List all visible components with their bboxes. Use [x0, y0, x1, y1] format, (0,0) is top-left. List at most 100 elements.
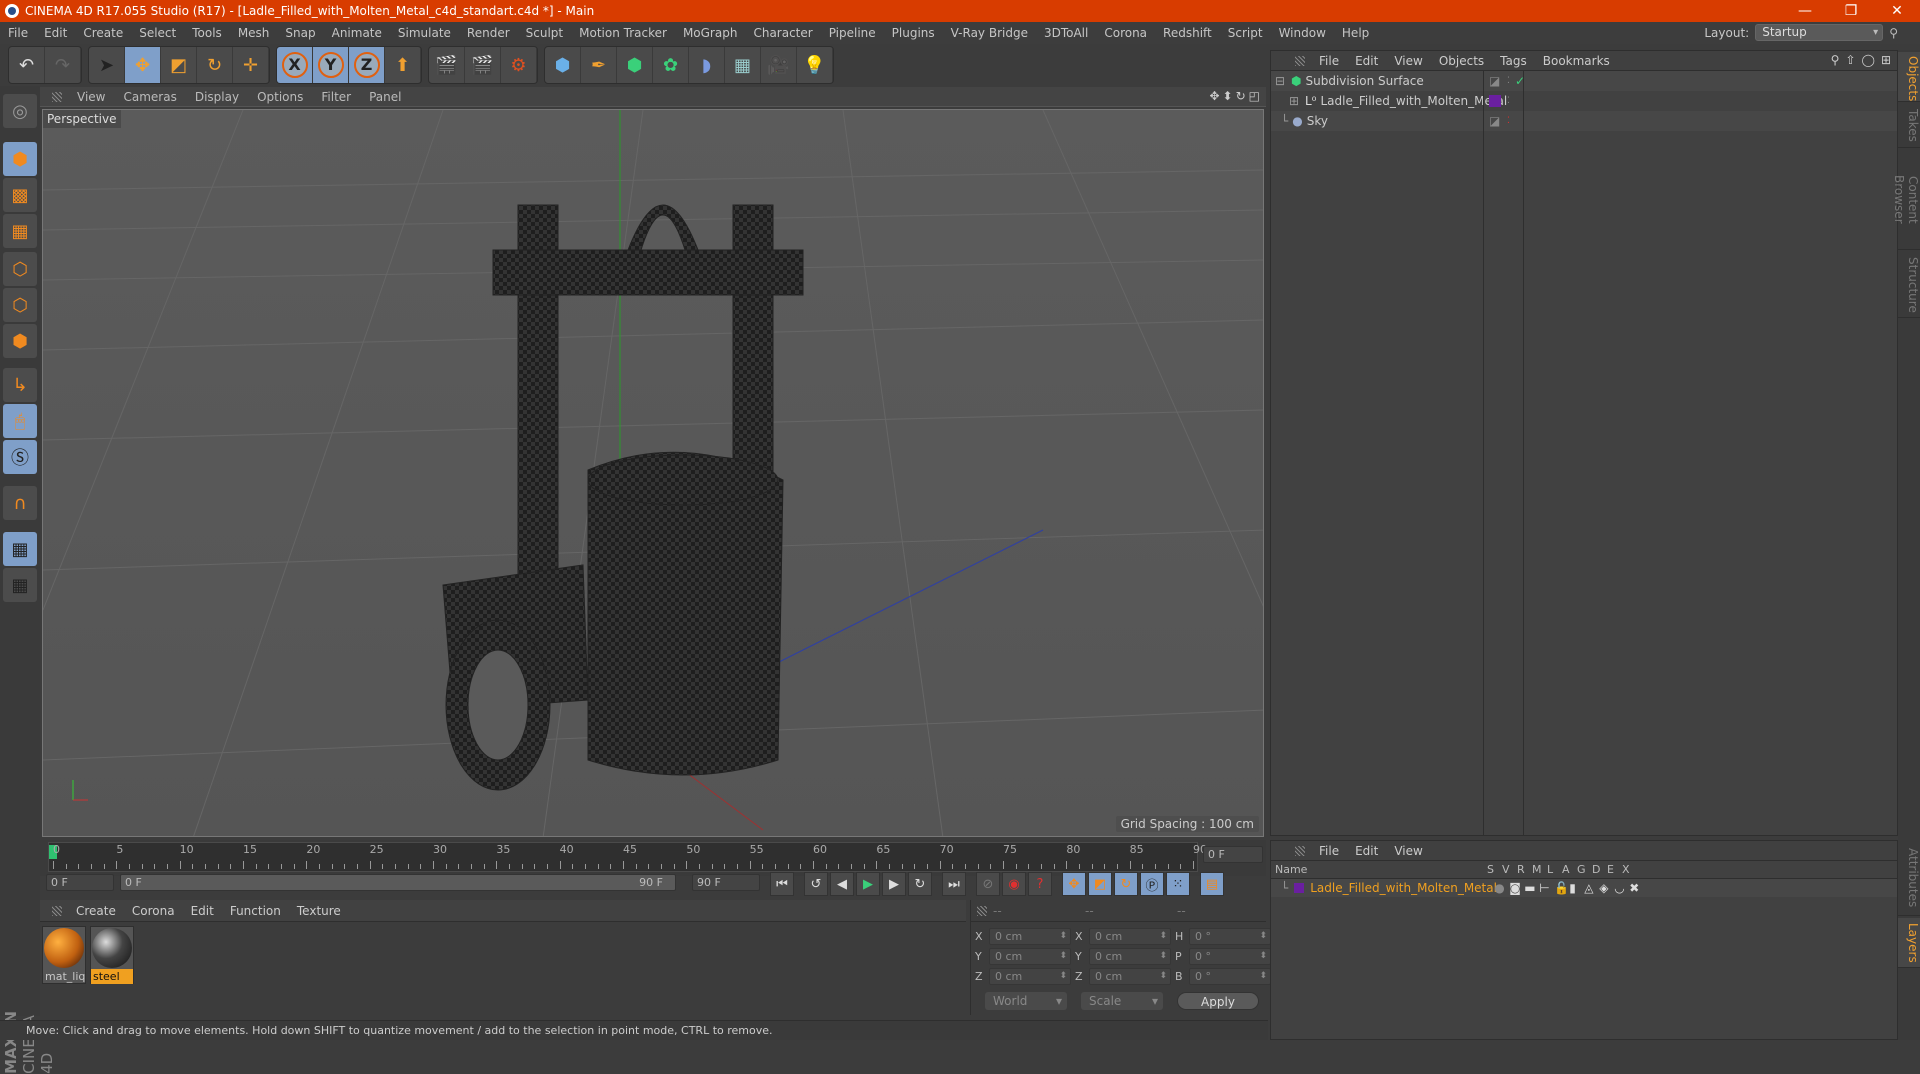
material-swatch[interactable]: mat_liqu [42, 926, 86, 984]
menu-mograph[interactable]: MoGraph [675, 26, 746, 40]
object-row[interactable]: └ ● Sky ◪ ⁚ [1271, 111, 1897, 131]
visible-toggle-icon[interactable]: ◙ [1509, 881, 1524, 895]
tab-structure[interactable]: Structure [1898, 252, 1920, 318]
size-y-field[interactable]: 0 cm [1089, 948, 1171, 965]
panel-handle[interactable] [1295, 55, 1305, 66]
solo-icon[interactable]: Ⓢ [3, 440, 37, 474]
col-visible[interactable]: V [1502, 863, 1517, 876]
menu-sculpt[interactable]: Sculpt [518, 26, 571, 40]
axis-mode-icon[interactable]: ↳ [3, 368, 37, 402]
size-z-field[interactable]: 0 cm [1089, 968, 1171, 985]
camera-icon[interactable]: 🎥 [761, 47, 797, 83]
viewport-menu-display[interactable]: Display [186, 90, 248, 104]
record-keys-icon[interactable]: ⊘ [976, 872, 1000, 896]
menu-create[interactable]: Create [75, 26, 131, 40]
menu-animate[interactable]: Animate [324, 26, 390, 40]
polygons-mode-icon[interactable]: ⬢ [3, 324, 37, 358]
col-deformers[interactable]: D [1592, 863, 1607, 876]
menu-simulate[interactable]: Simulate [390, 26, 459, 40]
keyframe-selection-icon[interactable]: ? [1028, 872, 1052, 896]
layout-dropdown[interactable]: Startup [1755, 24, 1884, 41]
expand-icon[interactable]: ⊞ [1289, 94, 1301, 108]
size-x-field[interactable]: 0 cm [1089, 928, 1171, 945]
object-row[interactable]: ⊞ L⁰ Ladle_Filled_with_Molten_Metal ⁚ [1271, 91, 1897, 111]
timeline[interactable]: 0 5 10 15 20 25 30 35 40 45 50 55 60 65 70 75 80 85 90 0 F [40, 840, 1266, 876]
layer-menu-edit[interactable]: Edit [1347, 844, 1386, 858]
layer-row[interactable]: └ Ladle_Filled_with_Molten_Metal ● ◙ ▬ ⊢… [1271, 879, 1897, 897]
render-picture-viewer-icon[interactable]: 🎬 [465, 47, 501, 83]
maximize-view-icon[interactable]: ◰ [1249, 89, 1260, 103]
menu-tools[interactable]: Tools [184, 26, 230, 40]
menu-redshift[interactable]: Redshift [1155, 26, 1220, 40]
auto-key-icon[interactable]: ◉ [1002, 872, 1026, 896]
menu-select[interactable]: Select [131, 26, 184, 40]
key-pla-icon[interactable]: ⁙ [1166, 872, 1190, 896]
cloner-icon[interactable]: ✿ [653, 47, 689, 83]
layer-menu-view[interactable]: View [1386, 844, 1430, 858]
tab-content-browser[interactable]: Content Browser [1892, 150, 1920, 250]
next-frame-icon[interactable]: ▶ [882, 872, 906, 896]
rotation-p-field[interactable]: 0 ° [1189, 948, 1271, 965]
new-window-icon[interactable]: ⊞ [1881, 53, 1891, 67]
render-settings-icon[interactable]: ⚙ [501, 47, 537, 83]
visibility-icon[interactable]: ◯ [1862, 53, 1875, 67]
menu-file[interactable]: File [0, 26, 36, 40]
apply-button[interactable]: Apply [1177, 992, 1259, 1010]
rotate-icon[interactable]: ↻ [197, 47, 233, 83]
start-frame-field[interactable]: 0 F [46, 874, 114, 891]
manager-toggle-icon[interactable]: ⊢ [1539, 881, 1554, 895]
prev-frame-icon[interactable]: ◀ [830, 872, 854, 896]
undo-icon[interactable]: ↶ [9, 47, 45, 83]
menu-edit[interactable]: Edit [36, 26, 75, 40]
menu-script[interactable]: Script [1220, 26, 1271, 40]
go-to-start-icon[interactable]: ⏮ [770, 872, 794, 896]
tweak-mode-icon[interactable]: 🖱 [3, 404, 37, 438]
col-locked[interactable]: L [1547, 863, 1562, 876]
position-x-field[interactable]: 0 cm [989, 928, 1071, 945]
menu-pipeline[interactable]: Pipeline [821, 26, 884, 40]
y-axis-icon[interactable]: Y [313, 47, 349, 83]
col-solo[interactable]: S [1487, 863, 1502, 876]
menu-snap[interactable]: Snap [277, 26, 323, 40]
viewport-menu-view[interactable]: View [68, 90, 114, 104]
deformers-toggle-icon[interactable]: ◈ [1599, 881, 1614, 895]
material-menu-corona[interactable]: Corona [124, 904, 183, 918]
coord-transform-dropdown[interactable]: Scale [1081, 992, 1163, 1010]
col-manager[interactable]: M [1532, 863, 1547, 876]
menu-window[interactable]: Window [1271, 26, 1334, 40]
prev-key-icon[interactable]: ↺ [804, 872, 828, 896]
points-mode-icon[interactable]: ⬡ [3, 252, 37, 286]
object-menu-view[interactable]: View [1386, 54, 1430, 68]
col-render[interactable]: R [1517, 863, 1532, 876]
key-scale-icon[interactable]: ◩ [1088, 872, 1112, 896]
redo-icon[interactable]: ↷ [45, 47, 81, 83]
deformer-icon[interactable]: ◗ [689, 47, 725, 83]
col-xref[interactable]: X [1622, 863, 1637, 876]
menu-motion-tracker[interactable]: Motion Tracker [571, 26, 675, 40]
tab-objects[interactable]: Objects [1898, 52, 1920, 102]
panel-handle[interactable] [52, 91, 62, 102]
object-row[interactable]: ⊟ ⬢ Subdivision Surface ◪ ⁚ ✓ [1271, 71, 1897, 91]
search-icon[interactable]: ⚲ [1889, 26, 1898, 40]
x-axis-icon[interactable]: X [277, 47, 313, 83]
cube-icon[interactable]: ⬢ [545, 47, 581, 83]
pen-spline-icon[interactable]: ✒ [581, 47, 617, 83]
object-menu-bookmarks[interactable]: Bookmarks [1535, 54, 1618, 68]
col-generators[interactable]: G [1577, 863, 1592, 876]
material-menu-create[interactable]: Create [68, 904, 124, 918]
material-menu-texture[interactable]: Texture [289, 904, 349, 918]
menu-3dtoall[interactable]: 3DToAll [1036, 26, 1096, 40]
material-menu-function[interactable]: Function [222, 904, 289, 918]
next-key-icon[interactable]: ↻ [908, 872, 932, 896]
visibility-dots-icon[interactable]: ⁚ [1507, 116, 1510, 126]
end-frame-field[interactable]: 90 F [692, 874, 760, 891]
search-icon[interactable]: ⚲ [1831, 53, 1840, 67]
key-position-icon[interactable]: ✥ [1062, 872, 1086, 896]
minimize-button[interactable]: — [1782, 3, 1828, 19]
floor-icon[interactable]: ▦ [725, 47, 761, 83]
current-frame-field[interactable]: 0 F [1203, 846, 1263, 863]
move-icon[interactable]: ✥ [125, 47, 161, 83]
restore-button[interactable]: ❐ [1828, 3, 1874, 19]
z-axis-icon[interactable]: Z [349, 47, 385, 83]
menu-plugins[interactable]: Plugins [884, 26, 943, 40]
